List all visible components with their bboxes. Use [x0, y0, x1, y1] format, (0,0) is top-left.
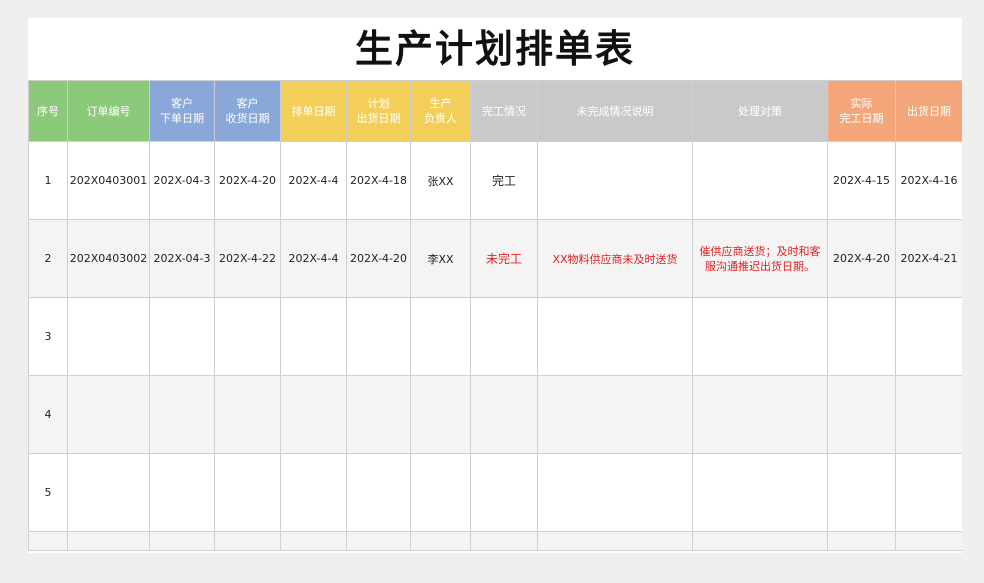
table-row: 4 [28, 375, 962, 454]
cell-ship-date[interactable] [895, 297, 962, 376]
cell-owner[interactable] [410, 375, 471, 454]
page-title: 生产计划排单表 [354, 27, 635, 71]
header-cell[interactable]: 出货日期 [895, 80, 962, 142]
cell-owner[interactable] [410, 453, 471, 532]
cell-schedule-date[interactable] [280, 297, 347, 376]
header-row: 序号 订单编号 客户 下单日期 客户 收货日期 排单日期 计划 出货日期 生产 负责人 … [28, 80, 962, 142]
empty-cell[interactable] [410, 531, 471, 551]
cell-ship-date[interactable]: 202X-4-21 [895, 219, 962, 298]
cell-schedule-date[interactable]: 202X-4-4 [280, 219, 347, 298]
cell-owner[interactable]: 张XX [410, 141, 471, 220]
cell-status[interactable] [470, 375, 538, 454]
cell-actual-done[interactable] [827, 297, 896, 376]
header-cell[interactable]: 处理对策 [692, 80, 828, 142]
cell-ship-date[interactable]: 202X-4-16 [895, 141, 962, 220]
cell-schedule-date[interactable] [280, 375, 347, 454]
empty-cell[interactable] [280, 531, 347, 551]
cell-reason[interactable] [537, 453, 693, 532]
cell-measure[interactable]: 催供应商送货；及时和客服沟通推迟出货日期。 [692, 219, 828, 298]
cell-order[interactable]: 202X0403001 [67, 141, 150, 220]
header-cell[interactable]: 实际 完工日期 [827, 80, 896, 142]
empty-cell[interactable] [470, 531, 538, 551]
cell-order-date[interactable] [149, 453, 215, 532]
cell-measure[interactable] [692, 453, 828, 532]
cell-order-date[interactable]: 202X-04-3 [149, 141, 215, 220]
cell-status[interactable] [470, 453, 538, 532]
cell-plan-ship[interactable] [346, 375, 411, 454]
schedule-table: 序号 订单编号 客户 下单日期 客户 收货日期 排单日期 计划 出货日期 生产 负责人 … [28, 80, 962, 551]
cell-order-date[interactable]: 202X-04-3 [149, 219, 215, 298]
cell-order[interactable] [67, 453, 150, 532]
cell-plan-ship[interactable] [346, 453, 411, 532]
cell-plan-ship[interactable]: 202X-4-18 [346, 141, 411, 220]
cell-no[interactable]: 2 [28, 219, 68, 298]
cell-schedule-date[interactable]: 202X-4-4 [280, 141, 347, 220]
cell-status[interactable]: 未完工 [470, 219, 538, 298]
empty-cell[interactable] [692, 531, 828, 551]
header-cell[interactable]: 订单编号 [67, 80, 150, 142]
empty-cell[interactable] [28, 531, 68, 551]
cell-plan-ship[interactable] [346, 297, 411, 376]
cell-schedule-date[interactable] [280, 453, 347, 532]
empty-cell[interactable] [149, 531, 215, 551]
cell-measure[interactable] [692, 375, 828, 454]
cell-actual-done[interactable]: 202X-4-20 [827, 219, 896, 298]
table-row: 5 [28, 453, 962, 532]
cell-receive-date[interactable] [214, 375, 281, 454]
empty-cell[interactable] [214, 531, 281, 551]
cell-measure[interactable] [692, 297, 828, 376]
table-row-partial [28, 531, 962, 551]
cell-receive-date[interactable] [214, 297, 281, 376]
cell-no[interactable]: 3 [28, 297, 68, 376]
cell-owner[interactable] [410, 297, 471, 376]
header-cell[interactable]: 客户 下单日期 [149, 80, 215, 142]
cell-no[interactable]: 4 [28, 375, 68, 454]
empty-cell[interactable] [537, 531, 693, 551]
header-cell[interactable]: 未完成情况说明 [537, 80, 693, 142]
cell-actual-done[interactable]: 202X-4-15 [827, 141, 896, 220]
header-cell[interactable]: 计划 出货日期 [346, 80, 411, 142]
header-cell[interactable]: 序号 [28, 80, 68, 142]
header-cell[interactable]: 完工情况 [470, 80, 538, 142]
cell-measure[interactable] [692, 141, 828, 220]
cell-owner[interactable]: 李XX [410, 219, 471, 298]
cell-plan-ship[interactable]: 202X-4-20 [346, 219, 411, 298]
cell-reason[interactable] [537, 297, 693, 376]
header-cell[interactable]: 客户 收货日期 [214, 80, 281, 142]
empty-cell[interactable] [895, 531, 962, 551]
cell-order[interactable] [67, 375, 150, 454]
spreadsheet: 生产计划排单表 序号 订单编号 客户 下单日期 客户 收货日期 排单日期 计划 出货日… [28, 18, 962, 553]
cell-receive-date[interactable]: 202X-4-22 [214, 219, 281, 298]
cell-order-date[interactable] [149, 297, 215, 376]
cell-receive-date[interactable] [214, 453, 281, 532]
cell-actual-done[interactable] [827, 453, 896, 532]
cell-actual-done[interactable] [827, 375, 896, 454]
cell-ship-date[interactable] [895, 375, 962, 454]
cell-ship-date[interactable] [895, 453, 962, 532]
cell-receive-date[interactable]: 202X-4-20 [214, 141, 281, 220]
cell-no[interactable]: 5 [28, 453, 68, 532]
empty-cell[interactable] [827, 531, 896, 551]
table-row: 2 202X0403002 202X-04-3 202X-4-22 202X-4… [28, 219, 962, 298]
empty-cell[interactable] [67, 531, 150, 551]
cell-no[interactable]: 1 [28, 141, 68, 220]
cell-reason[interactable] [537, 141, 693, 220]
cell-status[interactable] [470, 297, 538, 376]
cell-order[interactable] [67, 297, 150, 376]
header-cell[interactable]: 排单日期 [280, 80, 347, 142]
table-row: 3 [28, 297, 962, 376]
header-cell[interactable]: 生产 负责人 [410, 80, 471, 142]
table-row: 1 202X0403001 202X-04-3 202X-4-20 202X-4… [28, 141, 962, 220]
cell-status[interactable]: 完工 [470, 141, 538, 220]
cell-order[interactable]: 202X0403002 [67, 219, 150, 298]
empty-cell[interactable] [346, 531, 411, 551]
cell-reason[interactable]: XX物料供应商未及时送货 [537, 219, 693, 298]
cell-reason[interactable] [537, 375, 693, 454]
cell-order-date[interactable] [149, 375, 215, 454]
